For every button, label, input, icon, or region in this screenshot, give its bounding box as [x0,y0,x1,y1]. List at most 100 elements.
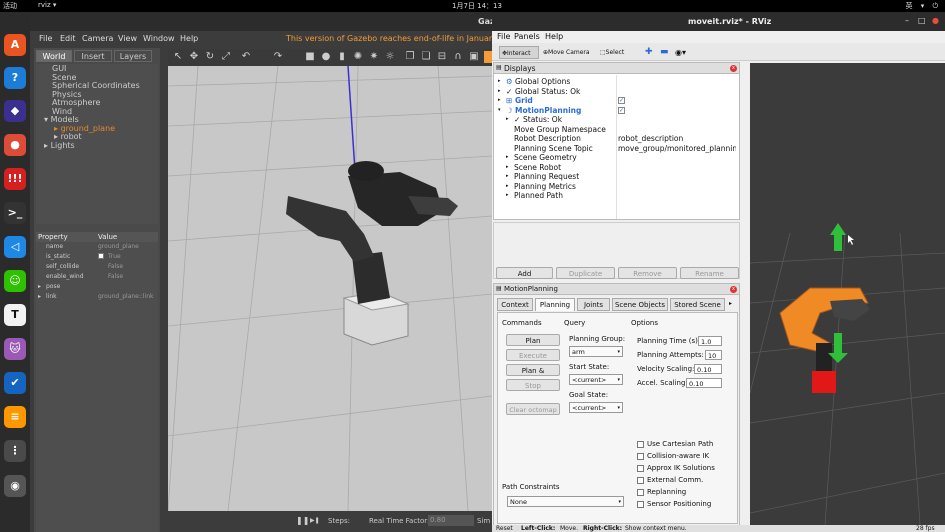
rviz-3d-view[interactable] [750,63,945,525]
wechat-icon[interactable]: ☺ [4,270,26,292]
vscode-icon[interactable]: ◁ [4,236,26,258]
input-method-indicator[interactable]: 英 ▾ [905,2,927,10]
record-icon[interactable] [484,51,492,63]
todesk-icon[interactable]: !!! [4,168,26,190]
display-row[interactable]: ▸ ✓ Global Status: Ok [494,87,739,97]
tab-stored-scenes[interactable]: Stored Scene [670,298,725,311]
terminal-icon[interactable]: >_ [4,202,26,224]
copy-icon[interactable]: ❐ [404,51,416,63]
select-tool[interactable]: ⬚Select [600,46,624,59]
spot-light-icon[interactable]: ✷ [368,51,380,63]
gz-menu-view[interactable]: View [118,34,137,43]
tab-planning[interactable]: Planning [535,298,575,311]
display-row[interactable]: ▸ Planned Path [494,191,739,201]
motion-planning-close-icon[interactable]: x [730,286,737,293]
gz-menu-edit[interactable]: Edit [60,34,76,43]
directional-light-icon[interactable]: ☼ [384,51,396,63]
disk-icon[interactable]: ◉ [4,475,26,497]
stop-button[interactable]: Stop [506,379,560,391]
collision-aware-checkbox[interactable] [637,453,644,460]
select-mode-icon[interactable]: ↖ [172,51,184,63]
feishu-icon[interactable]: ✔ [4,372,26,394]
maximize-icon[interactable]: □ [918,16,926,25]
robot-base-rviz[interactable] [816,343,832,373]
gz-menu-camera[interactable]: Camera [82,34,113,43]
paste-icon[interactable]: ❏ [420,51,432,63]
add-tool-icon[interactable]: ✚ [645,46,653,59]
minimize-icon[interactable]: – [905,16,909,25]
planning-group-combo[interactable]: arm ▾ [569,346,623,357]
typora-icon[interactable]: T [4,304,26,326]
align-icon[interactable]: ⊟ [436,51,448,63]
tab-scroll-right-icon[interactable]: ▸ [729,300,732,307]
rv-menu-file[interactable]: File [497,32,510,41]
display-row[interactable]: ▸ Planning Request [494,172,739,182]
rv-menu-help[interactable]: Help [545,32,563,41]
tab-scene-objects[interactable]: Scene Objects [612,298,668,311]
translate-icon[interactable]: ✥ [188,51,200,63]
display-row[interactable]: Planning Scene Topic move_group/monitored… [494,144,739,154]
prop-row-pose[interactable]: ▸ pose [36,282,158,292]
path-constraints-combo[interactable]: None ▾ [507,496,624,507]
display-row[interactable]: ▸ ✓ Status: Ok [494,115,739,125]
expand-arrow-icon[interactable]: ▸ [506,115,509,125]
display-row[interactable]: ▸ Planning Metrics [494,182,739,192]
prop-row-link[interactable]: ▸ link ground_plane::link [36,292,158,302]
add-button[interactable]: Add [496,267,553,279]
display-row[interactable]: Robot Description robot_description [494,134,739,144]
is-static-checkbox[interactable] [98,253,104,259]
green-arrow-up-icon[interactable] [830,223,846,251]
display-row[interactable]: ▸ ⊞ Grid ✓ [494,96,739,106]
expand-arrow-icon[interactable]: ▾ [498,106,501,116]
cylinder-shape-icon[interactable]: ▮ [336,51,348,63]
display-row[interactable]: ▾ ☽ MotionPlanning ✓ [494,106,739,116]
reset-button[interactable]: Reset [496,525,513,532]
tab-context[interactable]: Context [497,298,533,311]
prop-row-name[interactable]: name ground_plane [36,242,158,252]
system-tray[interactable]: 英 ▾ ⏻ [905,1,941,11]
clear-octomap-button[interactable]: Clear octomap [506,403,560,415]
velocity-scaling-input[interactable]: 0.10 [694,364,722,374]
expand-arrow-icon[interactable]: ▸ [506,182,509,192]
enabled-checkbox[interactable]: ✓ [618,97,625,104]
pycharm-icon[interactable]: ◆ [4,100,26,122]
prop-row-self-collide[interactable]: self_collide False [36,262,158,272]
expand-arrow-icon[interactable]: ▸ [506,153,509,163]
execute-button[interactable]: Execute [506,349,560,361]
displays-close-icon[interactable]: x [730,65,737,72]
cat-app-icon[interactable]: 🐱 [4,338,26,360]
show-apps-icon[interactable]: ⋮ [4,440,26,462]
use-cartesian-checkbox[interactable] [637,441,644,448]
chrome-icon[interactable]: ● [4,134,26,156]
gz-menu-file[interactable]: File [39,34,52,43]
tree-lights[interactable]: ▸ Lights [44,141,75,150]
approx-ik-checkbox[interactable] [637,465,644,472]
interact-tool[interactable]: ✥Interact [499,46,539,59]
app-menu[interactable]: rviz ▾ [38,1,56,9]
close-icon[interactable]: ● [932,16,939,25]
expand-arrow-icon[interactable]: ▸ [506,191,509,201]
sublime-icon[interactable]: ≡ [4,406,26,428]
planning-attempts-input[interactable]: 10 [705,350,722,360]
expand-arrow-icon[interactable]: ▸ [498,87,501,97]
gazebo-3d-scene[interactable] [168,66,492,511]
expand-arrow-icon[interactable]: ▸ [506,163,509,173]
enabled-checkbox[interactable]: ✓ [618,106,625,114]
replanning-checkbox[interactable] [637,489,644,496]
pause-icon[interactable]: ❚❚ [296,516,309,525]
tab-world[interactable]: World [36,50,72,62]
display-row[interactable]: ▸ Scene Geometry [494,153,739,163]
display-row[interactable]: Move Group Namespace [494,125,739,135]
move-camera-tool[interactable]: ⊕Move Camera [543,46,590,59]
sphere-shape-icon[interactable]: ● [320,51,332,63]
clock[interactable]: 1月7日 14：13 [452,1,502,11]
duplicate-button[interactable]: Duplicate [556,267,615,279]
software-center-icon[interactable]: A [4,34,26,56]
step-icon[interactable]: ▶❚ [310,517,320,524]
start-state-combo[interactable]: <current> ▾ [569,374,623,385]
planning-time-input[interactable]: 1.0 [698,336,722,346]
goal-state-combo[interactable]: <current> ▾ [569,402,623,413]
tab-joints[interactable]: Joints [577,298,610,311]
expand-arrow-icon[interactable]: ▸ [498,77,501,87]
gz-menu-help[interactable]: Help [180,34,198,43]
